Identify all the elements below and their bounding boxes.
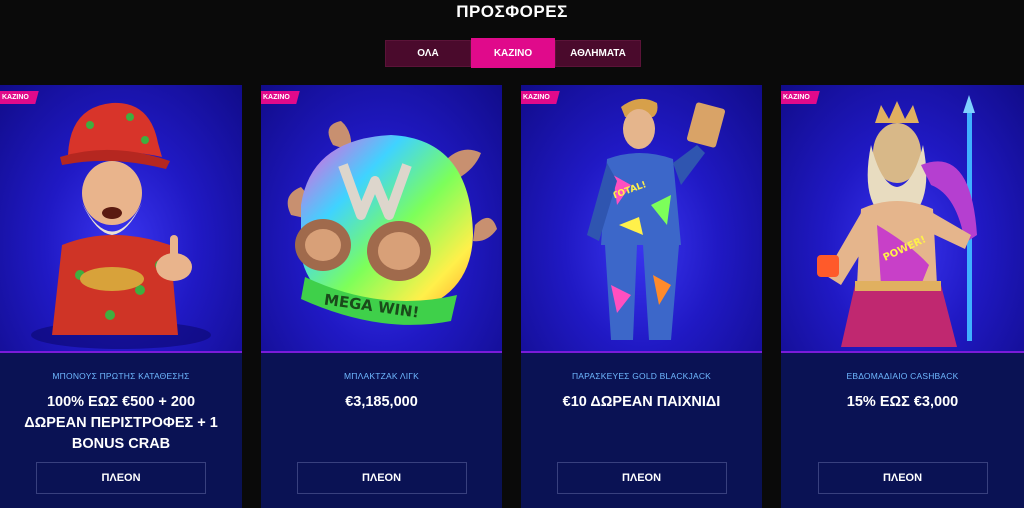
promo-card-blackjack-league[interactable]: ΚΑΖΙΝΟ MEGA WIN! ΜΠΛΑΚΤΖΑΚ ΛΙΓΚ €3,185,0… — [261, 85, 502, 508]
leprechaun-image — [0, 85, 242, 353]
promo-card-weekly-cashback[interactable]: ΚΑΖΙΝΟ POWER! ΕΒΔΟΜΑΔΙΑΙΟ CASHBACK 15% Ε… — [781, 85, 1024, 508]
more-button[interactable]: ΠΛΕΟΝ — [817, 462, 988, 494]
more-button[interactable]: ΠΛΕΟΝ — [296, 462, 467, 494]
card-subtitle: ΕΒΔΟΜΑΔΙΑΙΟ CASHBACK — [846, 371, 959, 381]
card-title: €3,185,000 — [345, 394, 418, 410]
category-tabs: ΟΛΑ ΚΑΖΙΝΟ ΑΘΛΗΜΑΤΑ — [385, 38, 641, 68]
card-title: 100% ΕΩΣ €500 + 200 ΔΩΡΕΑΝ ΠΕΡΙΣΤΡΟΦΕΣ +… — [24, 394, 218, 452]
more-button[interactable]: ΠΛΕΟΝ — [556, 462, 727, 494]
card-info: ΕΒΔΟΜΑΔΙΑΙΟ CASHBACK 15% ΕΩΣ €3,000 ΠΛΕΟ… — [781, 355, 1024, 508]
card-subtitle: ΜΠΟΝΟΥΣ ΠΡΩΤΗΣ ΚΑΤΑΘΕΣΗΣ — [52, 371, 190, 381]
promo-card-welcome-bonus[interactable]: ΚΑΖΙΝΟ ΜΠΟΝΟΥΣ ΠΡΩΤΗΣ ΚΑΤΑΘΕΣΗΣ 100% ΕΩΣ… — [0, 85, 242, 508]
category-tag: ΚΑΖΙΝΟ — [261, 91, 300, 104]
page-title: ΠΡΟΣΦΟΡΕΣ — [456, 2, 568, 21]
tab-casino[interactable]: ΚΑΖΙΝΟ — [471, 38, 555, 68]
zeus-image: POWER! — [781, 85, 1024, 353]
suited-man-image: TOTAL! — [521, 85, 762, 353]
promo-card-gold-blackjack[interactable]: ΚΑΖΙΝΟ TOTAL! ΠΑΡΑΣΚΕΥΕΣ GOLD BLACKJACK … — [521, 85, 762, 508]
more-button[interactable]: ΠΛΕΟΝ — [36, 462, 206, 494]
category-tag: ΚΑΖΙΝΟ — [521, 91, 560, 104]
card-subtitle: ΜΠΛΑΚΤΖΑΚ ΛΙΓΚ — [343, 371, 420, 381]
card-info: ΠΑΡΑΣΚΕΥΕΣ GOLD BLACKJACK €10 ΔΩΡΕΑΝ ΠΑΙ… — [521, 355, 762, 508]
card-title: 15% ΕΩΣ €3,000 — [846, 394, 959, 410]
tab-all[interactable]: ΟΛΑ — [385, 40, 471, 67]
mega-win-helmet-image: MEGA WIN! — [261, 85, 502, 353]
category-tag: ΚΑΖΙΝΟ — [781, 91, 820, 104]
category-tag: ΚΑΖΙΝΟ — [0, 91, 39, 104]
tab-sports[interactable]: ΑΘΛΗΜΑΤΑ — [555, 40, 641, 67]
card-info: ΜΠΟΝΟΥΣ ΠΡΩΤΗΣ ΚΑΤΑΘΕΣΗΣ 100% ΕΩΣ €500 +… — [0, 355, 242, 508]
card-info: ΜΠΛΑΚΤΖΑΚ ΛΙΓΚ €3,185,000 ΠΛΕΟΝ — [261, 355, 502, 508]
card-title: €10 ΔΩΡΕΑΝ ΠΑΙΧΝΙΔΙ — [562, 394, 721, 410]
card-subtitle: ΠΑΡΑΣΚΕΥΕΣ GOLD BLACKJACK — [571, 371, 712, 381]
